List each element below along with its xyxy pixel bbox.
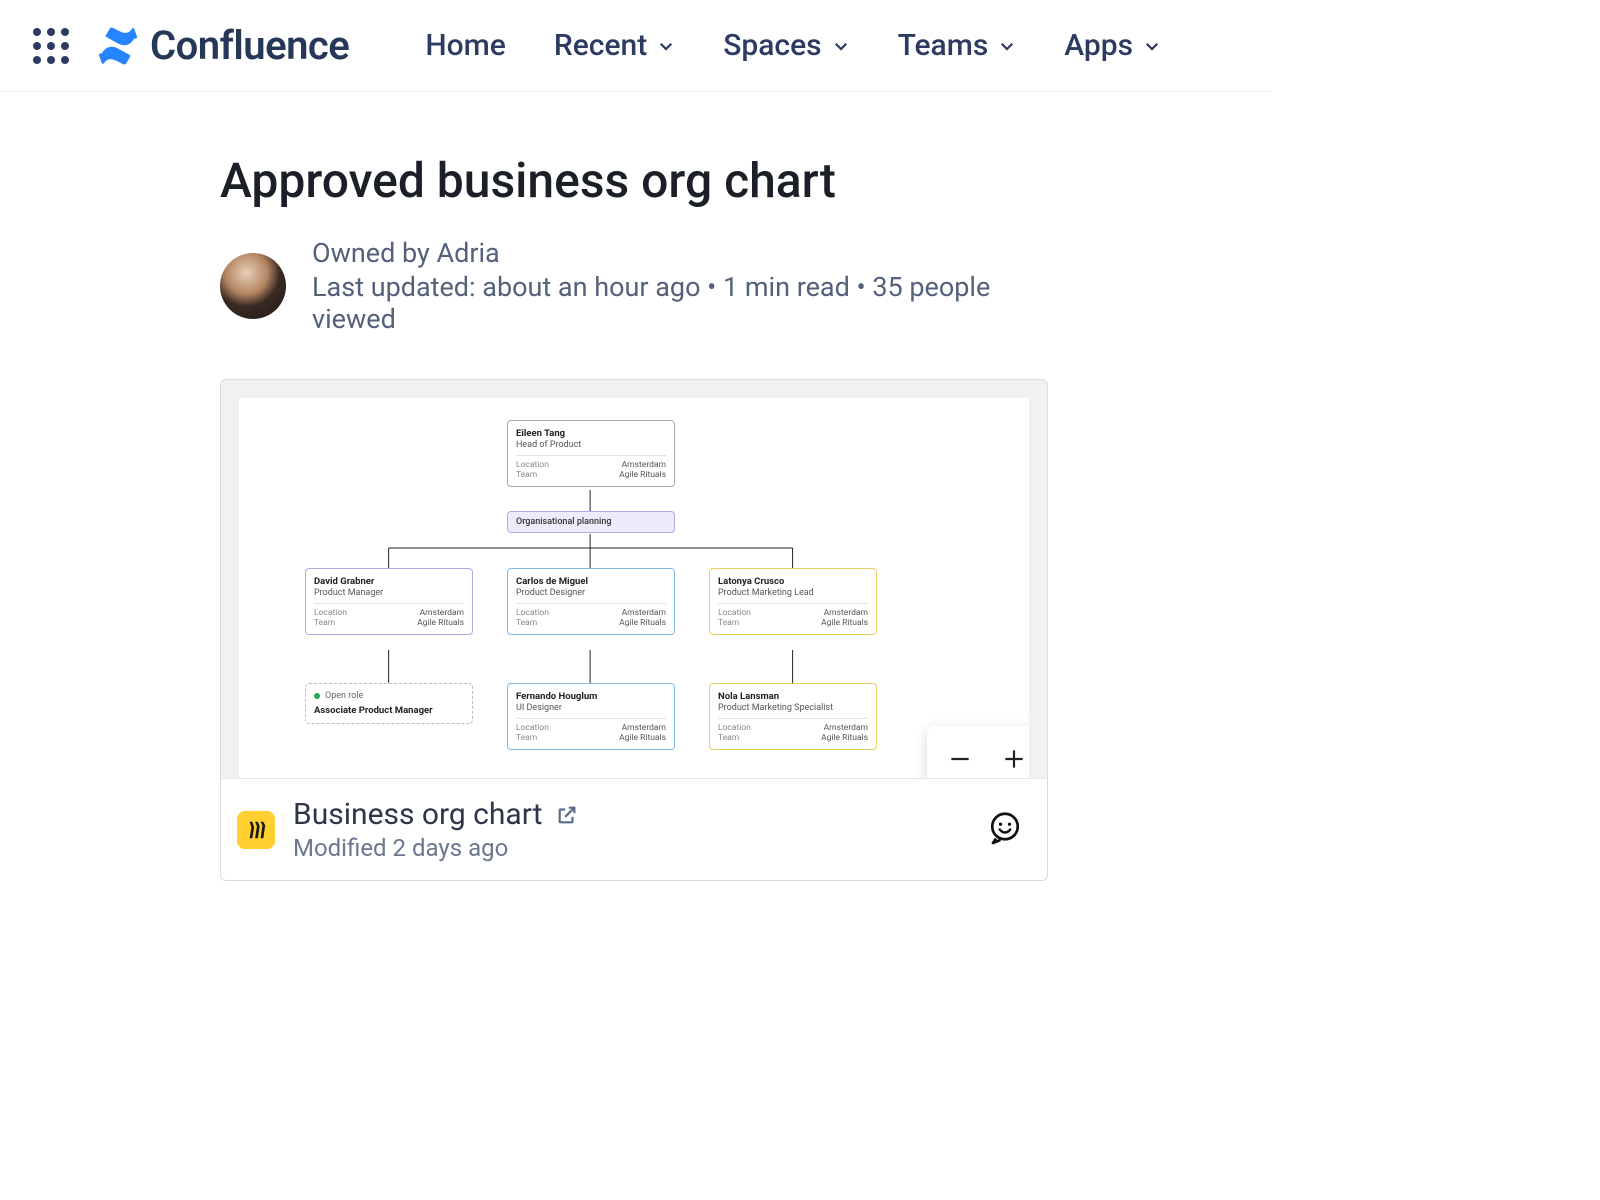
node-name: David Grabner bbox=[314, 576, 464, 587]
node-name: Carlos de Miguel bbox=[516, 576, 666, 587]
node-name: Latonya Crusco bbox=[718, 576, 868, 587]
org-node-open-role[interactable]: Open role Associate Product Manager bbox=[305, 683, 473, 724]
page-meta: Last updated: about an hour ago • 1 min … bbox=[312, 271, 1050, 335]
chevron-down-icon bbox=[1143, 37, 1161, 55]
owner-avatar[interactable] bbox=[220, 253, 286, 319]
embed-modified: Modified 2 days ago bbox=[293, 834, 578, 862]
nav-recent-label: Recent bbox=[554, 28, 647, 63]
org-node-pml[interactable]: Latonya Crusco Product Marketing Lead Lo… bbox=[709, 568, 877, 635]
chevron-down-icon bbox=[998, 37, 1016, 55]
brand-name: Confluence bbox=[150, 22, 349, 69]
miro-board-canvas[interactable]: Eileen Tang Head of Product LocationAmst… bbox=[239, 398, 1029, 778]
node-name: Fernando Houglum bbox=[516, 691, 666, 702]
smiley-chat-icon bbox=[987, 810, 1023, 846]
brand[interactable]: Confluence bbox=[98, 22, 349, 69]
embed-title[interactable]: Business org chart bbox=[293, 797, 542, 832]
org-node-pd[interactable]: Carlos de Miguel Product Designer Locati… bbox=[507, 568, 675, 635]
external-link-icon[interactable] bbox=[556, 804, 578, 826]
org-node-pm[interactable]: David Grabner Product Manager LocationAm… bbox=[305, 568, 473, 635]
node-role: Product Manager bbox=[314, 588, 464, 598]
nav-apps[interactable]: Apps bbox=[1064, 28, 1161, 63]
plus-icon bbox=[1001, 746, 1027, 772]
primary-nav: Home Recent Spaces Teams Apps bbox=[425, 28, 1161, 63]
node-role: Product Marketing Lead bbox=[718, 588, 868, 598]
nav-teams-label: Teams bbox=[898, 28, 989, 63]
owner-line: Owned by Adria bbox=[312, 237, 1050, 269]
miro-logo-icon bbox=[237, 811, 275, 849]
nav-teams[interactable]: Teams bbox=[898, 28, 1017, 63]
zoom-out-button[interactable] bbox=[933, 732, 987, 778]
node-role: Product Marketing Specialist bbox=[718, 703, 868, 713]
chevron-down-icon bbox=[832, 37, 850, 55]
page-content: Approved business org chart Owned by Adr… bbox=[0, 92, 1050, 881]
node-role: Head of Product bbox=[516, 440, 666, 450]
confluence-logo-icon bbox=[98, 26, 138, 66]
page-title: Approved business org chart bbox=[220, 152, 1050, 209]
org-planning-tag[interactable]: Organisational planning bbox=[507, 511, 675, 533]
org-node-ui[interactable]: Fernando Houglum UI Designer LocationAms… bbox=[507, 683, 675, 750]
embed-footer: Business org chart Modified 2 days ago bbox=[221, 778, 1047, 880]
nav-spaces[interactable]: Spaces bbox=[723, 28, 849, 63]
node-role: UI Designer bbox=[516, 703, 666, 713]
zoom-in-button[interactable] bbox=[987, 732, 1029, 778]
nav-apps-label: Apps bbox=[1064, 28, 1133, 63]
nav-home[interactable]: Home bbox=[425, 28, 506, 63]
org-node-pms[interactable]: Nola Lansman Product Marketing Specialis… bbox=[709, 683, 877, 750]
chevron-down-icon bbox=[657, 37, 675, 55]
miro-embed: Eileen Tang Head of Product LocationAmst… bbox=[220, 379, 1048, 881]
nav-recent[interactable]: Recent bbox=[554, 28, 675, 63]
top-nav: Confluence Home Recent Spaces Teams Apps bbox=[0, 0, 1270, 92]
minus-icon bbox=[947, 746, 973, 772]
status-dot-icon bbox=[314, 693, 320, 699]
zoom-controls bbox=[927, 726, 1029, 778]
nav-spaces-label: Spaces bbox=[723, 28, 821, 63]
nav-home-label: Home bbox=[425, 28, 506, 63]
app-switcher-icon[interactable] bbox=[30, 25, 72, 67]
feedback-button[interactable] bbox=[985, 810, 1025, 850]
node-name: Nola Lansman bbox=[718, 691, 868, 702]
org-node-head[interactable]: Eileen Tang Head of Product LocationAmst… bbox=[507, 420, 675, 487]
byline: Owned by Adria Last updated: about an ho… bbox=[220, 237, 1050, 335]
node-name: Eileen Tang bbox=[516, 428, 666, 439]
node-role: Product Designer bbox=[516, 588, 666, 598]
